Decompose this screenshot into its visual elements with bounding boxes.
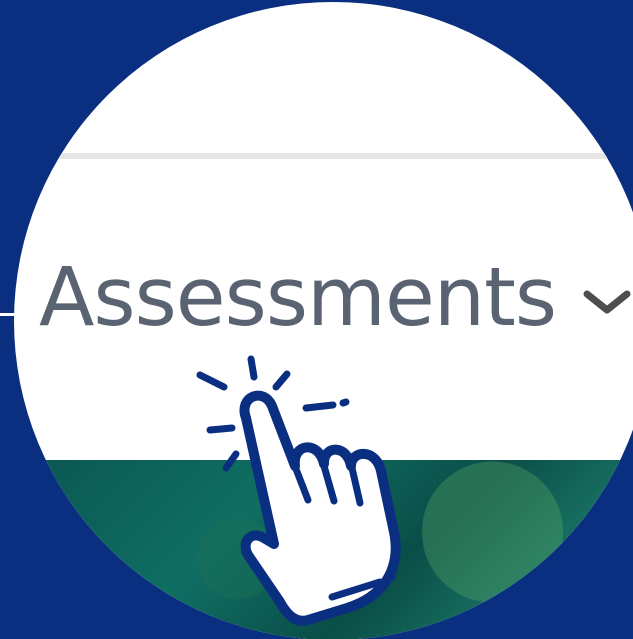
callout-frame: Assessments xyxy=(0,0,633,639)
top-divider xyxy=(14,153,633,159)
click-hand-icon xyxy=(196,355,401,626)
callout-line xyxy=(0,313,30,316)
chevron-down-icon[interactable] xyxy=(580,288,633,316)
assessments-menu-label[interactable]: Assessments xyxy=(39,258,557,339)
